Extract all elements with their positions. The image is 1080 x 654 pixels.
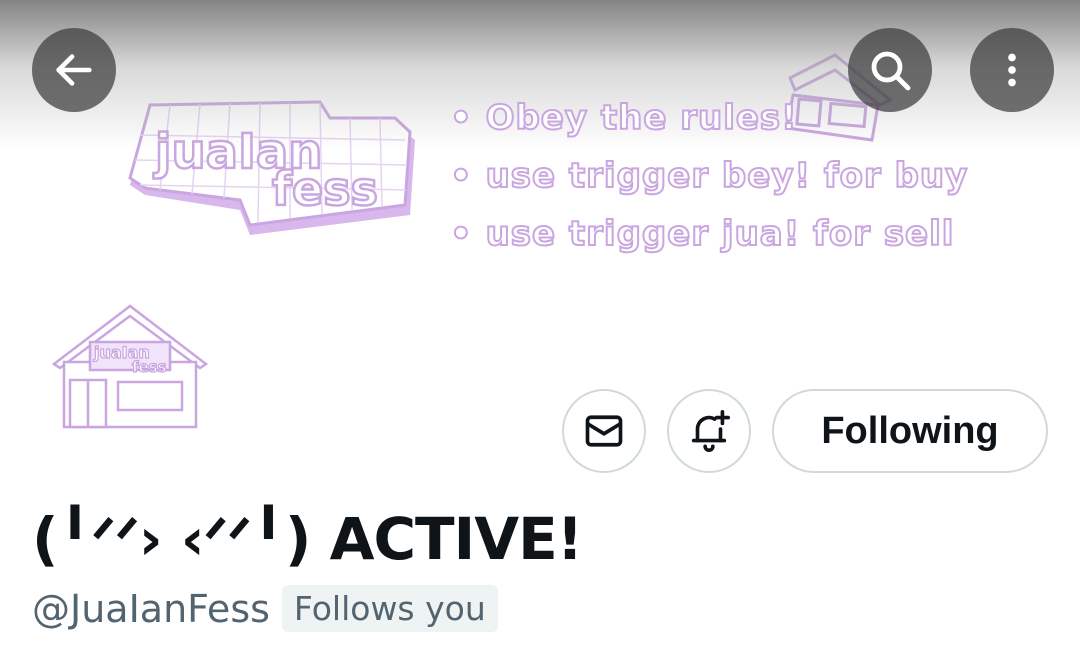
search-icon	[871, 51, 911, 91]
handle-row: @JuaIanFess Follows you	[32, 585, 498, 632]
arrow-left-icon	[56, 54, 92, 86]
following-button[interactable]: Following	[772, 389, 1048, 473]
bell-plus-icon	[691, 410, 730, 452]
follows-you-badge: Follows you	[281, 585, 498, 632]
avatar-house-art: juaIan fess	[51, 304, 209, 429]
banner-rule-3: • use trigger jua! for sell	[449, 213, 955, 255]
back-button[interactable]	[32, 28, 116, 112]
banner-rule-1: • Obey the rules!	[449, 97, 798, 139]
banner-rule-2: • use trigger bey! for buy	[449, 155, 969, 197]
search-button[interactable]	[848, 28, 932, 112]
more-vertical-icon	[1008, 53, 1016, 87]
user-handle: @JuaIanFess	[32, 586, 270, 631]
avatar-text-2: fess	[132, 358, 167, 376]
notifications-button[interactable]	[667, 389, 751, 473]
mail-icon	[585, 415, 623, 447]
more-options-button[interactable]	[970, 28, 1054, 112]
avatar[interactable]: juaIan fess	[50, 300, 210, 432]
message-button[interactable]	[562, 389, 646, 473]
banner-logo-line2: fess	[272, 162, 378, 216]
display-name: (╹ᐟᐟ› ‹ᐟᐟ╹) ACTIVE!	[32, 505, 583, 573]
